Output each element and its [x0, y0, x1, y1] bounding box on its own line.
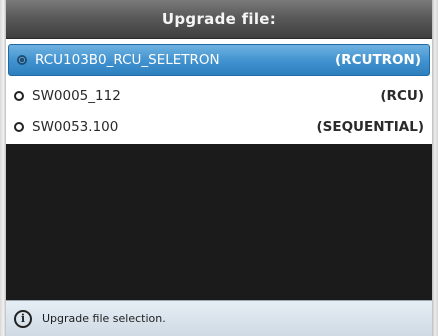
- info-icon: i: [14, 309, 32, 328]
- dialog-title: Upgrade file:: [161, 10, 277, 28]
- title-bar: Upgrade file:: [6, 0, 432, 39]
- file-item-sw0053[interactable]: SW0053.100 (SEQUENTIAL): [6, 111, 432, 143]
- radio-unselected-icon[interactable]: [14, 122, 24, 132]
- file-name: SW0053.100: [32, 119, 119, 135]
- radio-unselected-icon[interactable]: [14, 91, 24, 101]
- file-list: RCU103B0_RCU_SELETRON (RCUTRON) SW0005_1…: [6, 39, 432, 144]
- list-empty-area: [6, 144, 432, 300]
- file-name: RCU103B0_RCU_SELETRON: [35, 52, 220, 68]
- status-bar: i Upgrade file selection.: [6, 300, 432, 336]
- device-screen: Upgrade file: RCU103B0_RCU_SELETRON (RCU…: [0, 0, 438, 336]
- file-name: SW0005_112: [32, 88, 121, 104]
- file-type: (SEQUENTIAL): [316, 119, 424, 135]
- status-text: Upgrade file selection.: [42, 312, 166, 325]
- upgrade-file-dialog: Upgrade file: RCU103B0_RCU_SELETRON (RCU…: [6, 0, 432, 336]
- file-type: (RCUTRON): [335, 52, 421, 68]
- bezel-right: [432, 0, 438, 336]
- radio-selected-icon[interactable]: [17, 55, 27, 65]
- file-item-sw0005[interactable]: SW0005_112 (RCU): [6, 80, 432, 112]
- file-type: (RCU): [380, 88, 424, 104]
- file-item-rcu103b0[interactable]: RCU103B0_RCU_SELETRON (RCUTRON): [8, 44, 430, 76]
